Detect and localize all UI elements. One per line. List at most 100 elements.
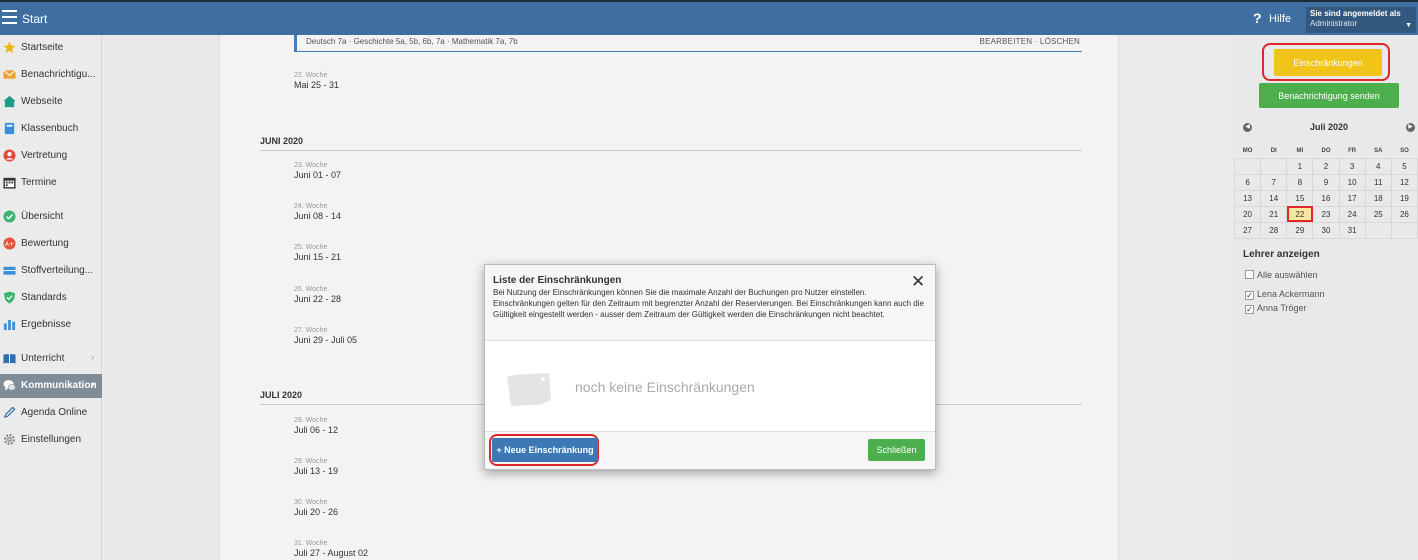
week-number: 31. Woche bbox=[294, 540, 328, 547]
teacher-checkbox-row[interactable]: ✓ Lena Ackermann bbox=[1245, 289, 1325, 300]
sidebar-item-stoffverteilung[interactable]: Stoffverteilung... bbox=[0, 259, 102, 283]
week-block: 26. Woche Juni 22 - 28 bbox=[294, 286, 341, 304]
calendar-day[interactable]: 13 bbox=[1233, 189, 1262, 207]
calendar-week-row: 20 21 22 23 24 25 26 bbox=[1233, 205, 1418, 223]
calendar-day[interactable]: 24 bbox=[1338, 205, 1366, 223]
calendar-day[interactable]: 30 bbox=[1312, 221, 1340, 239]
empty-state-text: noch keine Einschränkungen bbox=[575, 379, 755, 395]
calendar-day[interactable]: 31 bbox=[1338, 221, 1366, 239]
select-all-label: Alle auswählen bbox=[1257, 270, 1318, 280]
sidebar-item-kommunikation[interactable]: Kommunikation › bbox=[0, 374, 102, 398]
calendar-day[interactable]: 1 bbox=[1286, 157, 1314, 175]
sidebar-item-einstellungen[interactable]: Einstellungen bbox=[0, 428, 102, 452]
week-block: 22. Woche Mai 25 - 31 bbox=[294, 72, 339, 90]
calendar-empty-cell bbox=[1364, 221, 1392, 239]
calendar-week-row: 13 14 15 16 17 18 19 bbox=[1233, 189, 1418, 207]
calendar-day[interactable]: 6 bbox=[1233, 173, 1262, 191]
sidebar-item-klassenbuch[interactable]: Klassenbuch bbox=[0, 117, 102, 141]
sidebar-item-benachrichtigungen[interactable]: Benachrichtigu... bbox=[0, 63, 102, 87]
calendar-day[interactable]: 16 bbox=[1312, 189, 1340, 207]
calendar-day[interactable]: 21 bbox=[1260, 205, 1288, 223]
calendar-day[interactable]: 4 bbox=[1364, 157, 1392, 175]
restrictions-button[interactable]: Einschränkungen bbox=[1274, 49, 1382, 76]
modal-title: Liste der Einschränkungen bbox=[493, 275, 622, 286]
sidebar-item-startseite[interactable]: Startseite bbox=[0, 36, 102, 60]
calendar-week-row: 27 28 29 30 31 bbox=[1233, 221, 1418, 239]
sidebar-item-agenda-online[interactable]: Agenda Online bbox=[0, 401, 102, 425]
teacher-checkbox-row[interactable]: ✓ Anna Tröger bbox=[1245, 303, 1307, 314]
week-block: 31. Woche Juli 27 - August 02 bbox=[294, 540, 368, 558]
chevron-down-icon: ▼ bbox=[1405, 22, 1412, 29]
hamburger-menu-icon[interactable] bbox=[2, 10, 17, 24]
event-actions[interactable]: BEARBEITEN · LÖSCHEN bbox=[980, 37, 1080, 46]
select-all-checkbox-row[interactable]: Alle auswählen bbox=[1245, 270, 1318, 280]
calendar-day[interactable]: 5 bbox=[1390, 157, 1418, 175]
event-entry[interactable]: Deutsch 7a · Geschichte 5a, 5b, 6b, 7a ·… bbox=[294, 35, 1082, 52]
bar-chart-icon bbox=[3, 319, 16, 331]
week-block: 27. Woche Juni 29 - Juli 05 bbox=[294, 327, 357, 345]
sidebar-item-label: Standards bbox=[21, 292, 67, 303]
sidebar-item-label: Stoffverteilung... bbox=[21, 265, 94, 276]
sidebar-item-vertretung[interactable]: Vertretung bbox=[0, 144, 102, 168]
calendar-day[interactable]: 22 bbox=[1286, 205, 1314, 223]
sidebar: Startseite Benachrichtigu... Webseite Kl… bbox=[0, 35, 102, 560]
sidebar-item-label: Bewertung bbox=[21, 238, 69, 249]
calendar-day[interactable]: 3 bbox=[1338, 157, 1366, 175]
calendar-day[interactable]: 2 bbox=[1312, 157, 1340, 175]
sidebar-item-webseite[interactable]: Webseite bbox=[0, 90, 102, 114]
user-label: Sie sind angemeldet als bbox=[1310, 9, 1401, 18]
calendar-day[interactable]: 11 bbox=[1364, 173, 1392, 191]
calendar-day[interactable]: 10 bbox=[1338, 173, 1366, 191]
week-range: Juni 22 - 28 bbox=[294, 294, 342, 304]
calendar-day[interactable]: 12 bbox=[1390, 173, 1418, 191]
calendar-day[interactable]: 15 bbox=[1286, 189, 1314, 207]
top-bar: Start ? Hilfe Sie sind angemeldet als Ad… bbox=[0, 0, 1418, 35]
calendar-icon bbox=[3, 177, 16, 189]
sidebar-item-bewertung[interactable]: A+ Bewertung bbox=[0, 232, 102, 256]
select-all-checkbox[interactable] bbox=[1245, 270, 1254, 279]
sidebar-item-unterricht[interactable]: Unterricht › bbox=[0, 347, 102, 371]
calendar-day[interactable]: 9 bbox=[1312, 173, 1340, 191]
teacher-checkbox[interactable]: ✓ bbox=[1245, 291, 1254, 300]
calendar-day[interactable]: 20 bbox=[1233, 205, 1262, 223]
sidebar-item-label: Kommunikation bbox=[21, 380, 97, 391]
calendar-day[interactable]: 8 bbox=[1286, 173, 1314, 191]
week-block: 28. Woche Juli 06 - 12 bbox=[294, 417, 338, 435]
calendar-next-icon[interactable]: ▶ bbox=[1406, 123, 1415, 132]
calendar-day[interactable]: 14 bbox=[1260, 189, 1288, 207]
close-icon[interactable]: ✕ bbox=[911, 273, 925, 290]
help-icon[interactable]: ? bbox=[1253, 10, 1262, 26]
calendar-day[interactable]: 29 bbox=[1286, 221, 1314, 239]
week-number: 29. Woche bbox=[294, 458, 328, 465]
modal-header: Liste der Einschränkungen Bei Nutzung de… bbox=[485, 265, 935, 341]
sidebar-item-termine[interactable]: Termine bbox=[0, 171, 102, 195]
sidebar-item-label: Termine bbox=[21, 177, 57, 188]
sidebar-item-standards[interactable]: Standards bbox=[0, 286, 102, 310]
calendar-day[interactable]: 27 bbox=[1233, 221, 1262, 239]
week-range: Juni 01 - 07 bbox=[294, 170, 342, 180]
sidebar-item-label: Übersicht bbox=[21, 211, 64, 222]
app-title[interactable]: Start bbox=[22, 12, 47, 26]
week-block: 29. Woche Juli 13 - 19 bbox=[294, 458, 338, 476]
user-menu[interactable]: Sie sind angemeldet als Administrator ▼ bbox=[1306, 7, 1416, 33]
shield-icon bbox=[3, 291, 16, 304]
sidebar-item-ergebnisse[interactable]: Ergebnisse bbox=[0, 313, 102, 337]
week-number: 27. Woche bbox=[294, 327, 328, 334]
calendar-day[interactable]: 23 bbox=[1312, 205, 1340, 223]
calendar-day[interactable]: 28 bbox=[1260, 221, 1288, 239]
send-notification-button[interactable]: Benachrichtigung senden bbox=[1259, 83, 1399, 108]
calendar-day[interactable]: 19 bbox=[1390, 189, 1418, 207]
calendar-day[interactable]: 18 bbox=[1364, 189, 1392, 207]
person-icon bbox=[3, 149, 16, 162]
calendar-day[interactable]: 25 bbox=[1364, 205, 1392, 223]
calendar-day[interactable]: 17 bbox=[1338, 189, 1366, 207]
new-restriction-button[interactable]: + Neue Einschränkung bbox=[492, 438, 598, 462]
calendar-week-row: 6 7 8 9 10 11 12 bbox=[1233, 173, 1418, 191]
month-heading: JUNI 2020 bbox=[260, 136, 1082, 151]
sidebar-item-uebersicht[interactable]: Übersicht bbox=[0, 205, 102, 229]
calendar-day[interactable]: 26 bbox=[1390, 205, 1418, 223]
teacher-checkbox[interactable]: ✓ bbox=[1245, 305, 1254, 314]
help-link[interactable]: Hilfe bbox=[1269, 13, 1291, 25]
close-button[interactable]: Schließen bbox=[868, 439, 925, 461]
calendar-day[interactable]: 7 bbox=[1260, 173, 1288, 191]
